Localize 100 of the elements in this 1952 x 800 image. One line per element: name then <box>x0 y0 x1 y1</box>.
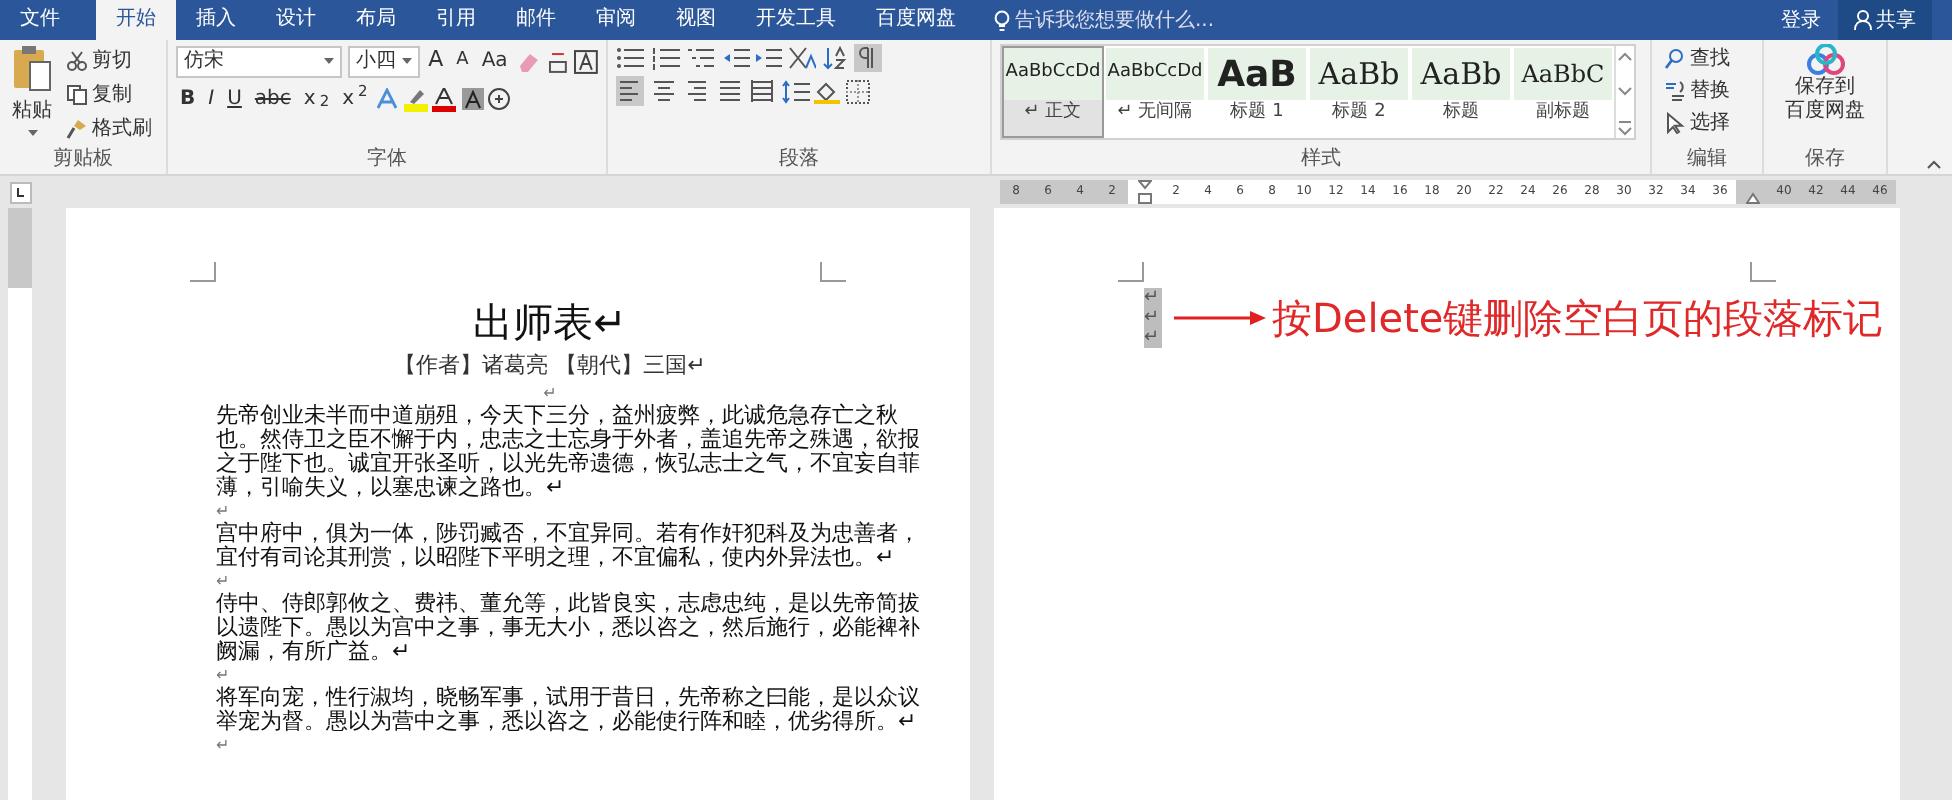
font-name-value: 仿宋 <box>184 47 224 75</box>
paragraph-mark: ↵ <box>1144 328 1162 348</box>
group-label: 剪贴板 <box>51 148 115 174</box>
search-icon <box>1664 48 1686 70</box>
arrow <box>1174 310 1266 326</box>
font-format-button[interactable]: Aa <box>477 44 512 78</box>
ribbon-tab[interactable]: 开始 <box>96 0 176 40</box>
multilevel-list-icon[interactable] <box>686 46 716 70</box>
font-name-field[interactable]: 仿宋 <box>176 45 343 77</box>
paragraph-mark: ↵ <box>216 570 232 592</box>
dropdown-caret-icon[interactable] <box>324 57 335 65</box>
save-to-cloud-button[interactable]: 保存到 百度网盘 <box>1772 44 1878 148</box>
ribbon-tab[interactable]: 视图 <box>656 0 736 40</box>
highlighter-icon[interactable] <box>403 87 428 111</box>
paragraph-mark: ↵ <box>541 382 559 404</box>
brush-icon <box>66 118 88 140</box>
paragraph-mark: ↵ <box>216 500 232 521</box>
align-center-icon[interactable] <box>649 76 677 106</box>
font-format-button[interactable]: x$^{2}$ <box>338 82 372 116</box>
font-color-icon[interactable] <box>432 87 457 111</box>
text-effects-icon[interactable] <box>376 88 399 110</box>
font-size-field[interactable]: 小四 <box>347 45 420 77</box>
share-button[interactable]: 共享 <box>1837 0 1932 40</box>
dropdown-caret-icon[interactable] <box>401 57 412 65</box>
ribbon-tab[interactable]: 百度网盘 <box>856 0 976 40</box>
document-title: 出师表↵ <box>471 296 629 348</box>
dropdown-caret-icon[interactable] <box>27 130 37 138</box>
body-paragraph: 宫中府中，俱为一体，陟罚臧否，不宜异同。若有作奸犯科及为忠善者，宜付有司论其刑赏，以昭陛下平明之理，不宜偏私，使内外异法也。↵ <box>216 522 922 570</box>
align-left-icon[interactable] <box>616 76 644 106</box>
font-format-button[interactable]: A <box>424 44 448 78</box>
group-label: 字体 <box>365 148 409 174</box>
borders-icon[interactable] <box>845 79 869 103</box>
margin-corner-mark <box>1750 262 1776 282</box>
font-format-button[interactable]: abc <box>250 82 295 116</box>
bullet-list-icon[interactable] <box>616 46 646 70</box>
font-format-button[interactable]: A <box>452 44 473 78</box>
tab-stop-selector-icon[interactable] <box>9 181 31 203</box>
lightbulb-icon <box>994 9 1010 31</box>
ribbon-tab[interactable]: 设计 <box>256 0 336 40</box>
font-format-button[interactable]: B <box>176 82 200 116</box>
pilcrow-icon[interactable] <box>853 44 881 72</box>
margin-corner-mark <box>1118 262 1144 282</box>
ribbon-tab[interactable]: 审阅 <box>576 0 656 40</box>
clipboard-command[interactable]: 复制 <box>62 78 156 112</box>
font-format-button[interactable]: U <box>223 82 246 116</box>
paragraph-mark: ↵ <box>1144 308 1162 328</box>
character-shading-icon[interactable] <box>461 88 484 110</box>
annotation-text: 按Delete键删除空白页的段落标记 <box>1272 292 1884 346</box>
font-size-value: 小四 <box>355 47 396 75</box>
margin-corner-mark <box>190 262 216 282</box>
copy-icon <box>66 84 88 106</box>
distributed-align-icon[interactable] <box>748 76 776 106</box>
sign-in-link[interactable]: 登录 <box>1765 0 1837 40</box>
replace-icon <box>1664 80 1686 102</box>
increase-indent-icon[interactable] <box>754 46 782 70</box>
numbered-list-icon[interactable] <box>651 46 681 70</box>
clipboard-command[interactable]: 剪切 <box>62 44 156 78</box>
line-spacing-icon[interactable] <box>781 79 809 103</box>
group-label: 保存 <box>1803 148 1847 174</box>
clipboard-command[interactable]: 格式刷 <box>62 112 156 146</box>
style-gallery-item[interactable]: AaBbCcDd ↵ 正文 <box>1002 46 1104 138</box>
decrease-indent-icon[interactable] <box>721 46 749 70</box>
enclosed-character-icon[interactable] <box>488 88 511 110</box>
tell-me-search[interactable]: 告诉我您想要做什么... <box>986 0 1223 40</box>
font-format-button[interactable]: I <box>204 82 219 116</box>
cursor-icon <box>1664 112 1686 134</box>
sort-icon[interactable] <box>820 46 848 70</box>
author-line: 【作者】诸葛亮 【朝代】三国↵ <box>392 354 708 378</box>
font-format-button[interactable]: x$_{2}$ <box>299 82 334 116</box>
ribbon-tab[interactable]: 插入 <box>176 0 256 40</box>
cloud-rings-icon <box>1805 44 1845 76</box>
body-paragraph: 先帝创业未半而中道崩殂，今天下三分，益州疲弊，此诚危急存亡之秋也。然侍卫之臣不懈于内，忠志之士忘身于外者，盖追先帝之殊遇，欲报之于陛下也。诚宜开张圣听，以光先帝遗德，恢弘志士之气，不宜妄自菲薄，引喻失义，以塞忠谏之路也。↵ <box>216 404 922 500</box>
collapse-ribbon-icon[interactable] <box>1926 157 1942 169</box>
editing-command[interactable]: 选择 <box>1660 108 1754 138</box>
more-styles-icon[interactable] <box>1616 118 1634 138</box>
person-icon <box>1853 10 1871 30</box>
ribbon-tab[interactable]: 引用 <box>416 0 496 40</box>
body-paragraph: 将军向宠，性行淑均，晓畅军事，试用于昔日，先帝称之曰能，是以众议举宠为督。愚以为营中之事，悉以咨之，必能使行阵和睦，优劣得所。↵ <box>216 686 922 734</box>
align-right-icon[interactable] <box>682 76 710 106</box>
boxed-letter-icon[interactable] <box>574 49 599 73</box>
editing-command[interactable]: 查找 <box>1660 44 1754 74</box>
ribbon-tab[interactable]: 文件 <box>0 0 80 40</box>
paint-bucket-icon[interactable] <box>814 79 840 103</box>
phonetic-guide-icon[interactable] <box>545 49 570 73</box>
paragraph-mark: ↵ <box>1144 288 1162 308</box>
indent-marker-icon[interactable] <box>1137 180 1151 204</box>
paragraph-mark: ↵ <box>216 664 232 686</box>
body-paragraph: 侍中、侍郎郭攸之、费祎、董允等，此皆良实，志虑忠纯，是以先帝简拔以遗陛下。愚以为宫中之事，事无大小，悉以咨之，然后施行，必能裨补阙漏，有所广益。↵ <box>216 592 922 664</box>
justify-icon[interactable] <box>715 76 743 106</box>
ribbon-tab[interactable]: 邮件 <box>496 0 576 40</box>
margin-corner-mark <box>820 262 846 282</box>
ribbon-tab[interactable]: 布局 <box>336 0 416 40</box>
ribbon-tab[interactable]: 开发工具 <box>736 0 856 40</box>
asian-layout-icon[interactable] <box>787 46 815 70</box>
paste-button[interactable]: 粘贴 <box>8 44 56 148</box>
paragraph-mark: ↵ <box>216 734 232 756</box>
editing-command[interactable]: 替换 <box>1660 76 1754 106</box>
group-label: 编辑 <box>1685 148 1729 174</box>
scissors-icon <box>66 50 88 72</box>
group-label: 样式 <box>1299 148 1343 174</box>
